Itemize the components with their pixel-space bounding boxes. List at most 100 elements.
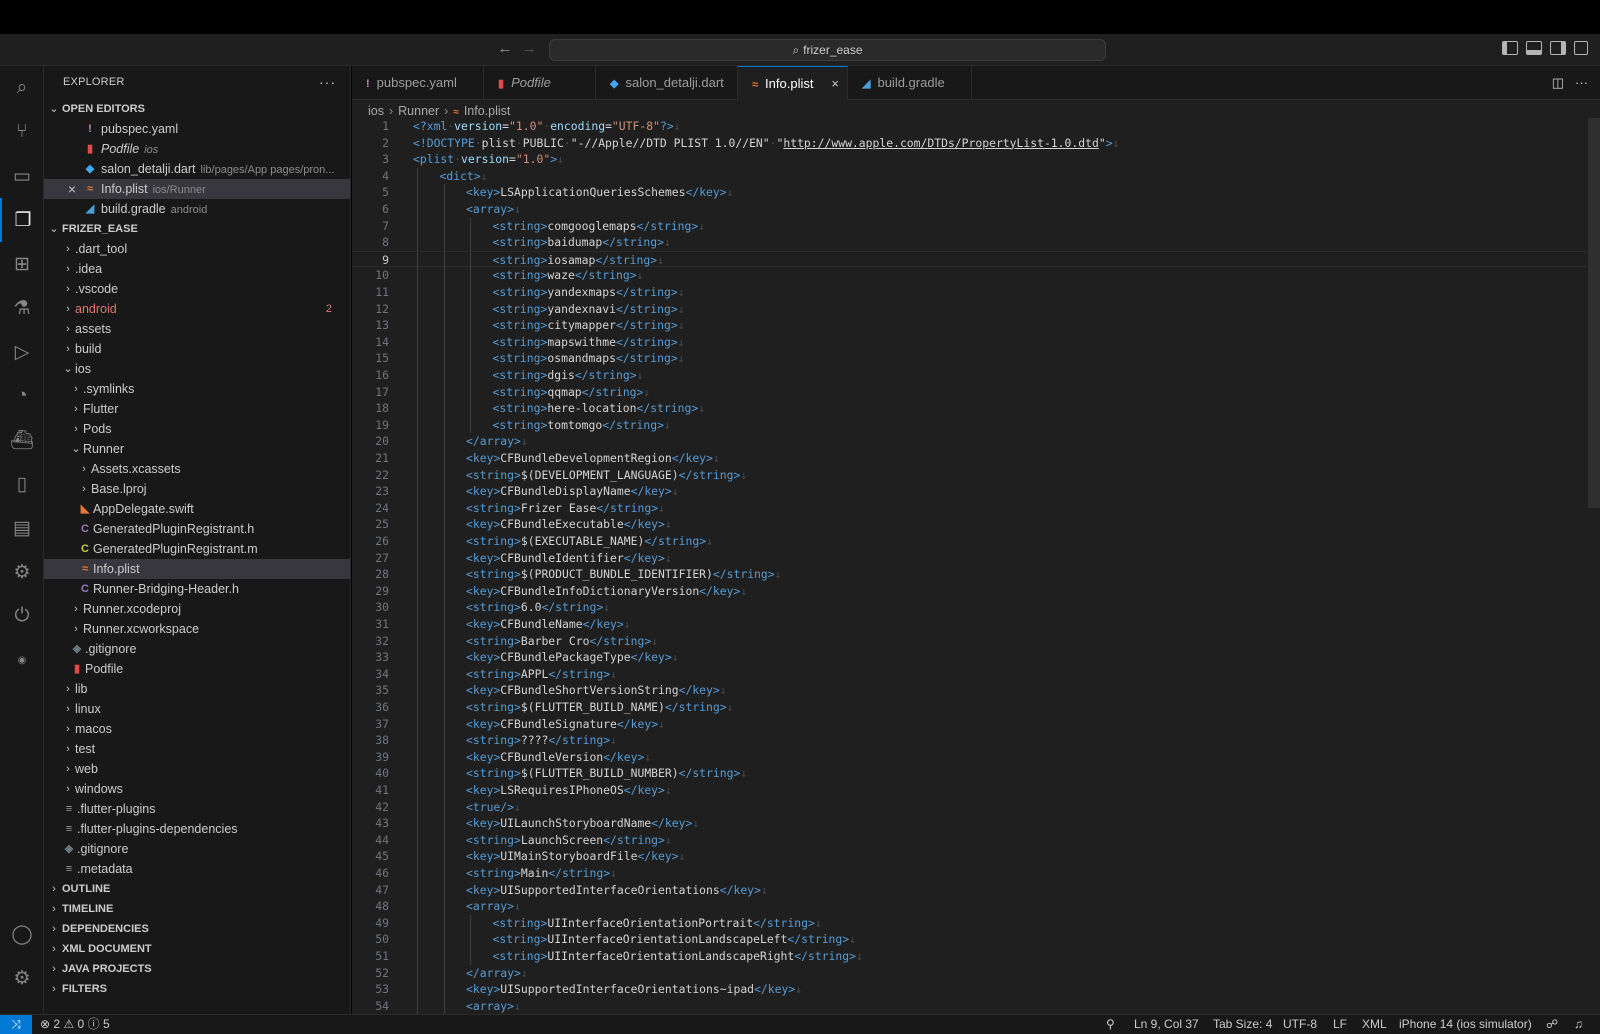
device-selector[interactable]: iPhone 14 (ios simulator) — [1399, 1015, 1532, 1034]
end-of-line[interactable]: LF — [1333, 1015, 1347, 1034]
tab-pubspec-yaml[interactable]: ! pubspec.yaml — [352, 66, 484, 100]
open-editor-item[interactable]: ◆ salon_detalji.dart lib/pages/App pages/p… — [44, 159, 350, 179]
json-icon[interactable]: ◉ — [0, 638, 44, 682]
tree-folder[interactable]: › Assets.xcassets — [44, 459, 350, 479]
cursor-position[interactable]: Ln 9, Col 37 — [1134, 1015, 1199, 1034]
toggle-secondary-sidebar-icon[interactable] — [1550, 41, 1566, 55]
open-editor-item[interactable]: ◢ build.gradle android — [44, 199, 350, 219]
section-header[interactable]: ⌄ FRIZER_EASE — [44, 219, 350, 239]
command-center-search[interactable]: ⌕ frizer_ease — [549, 39, 1106, 61]
tree-folder[interactable]: › .idea — [44, 259, 350, 279]
close-icon[interactable]: × — [831, 67, 839, 101]
language-mode[interactable]: XML — [1362, 1015, 1387, 1034]
back-arrow-icon[interactable]: ← — [496, 40, 514, 58]
tree-file[interactable]: ≡ .metadata — [44, 859, 350, 879]
tab-build-gradle[interactable]: ◢ build.gradle — [848, 66, 972, 100]
remote-explorer-icon[interactable]: ▭ — [0, 154, 44, 198]
tree-file[interactable]: ▮ Podfile — [44, 659, 350, 679]
open-editor-item[interactable]: × ≈ Info.plist ios/Runner — [44, 179, 350, 199]
source-control-icon[interactable]: ⑂ — [0, 110, 44, 154]
tree-file[interactable]: ≈ Info.plist — [44, 559, 350, 579]
panel-view-icon[interactable]: ▤ — [0, 506, 44, 550]
customize-layout-icon[interactable] — [1574, 41, 1588, 55]
settings-gear-icon[interactable]: ⚙ — [0, 956, 44, 1000]
notifications-bell-icon[interactable]: ♫ — [1574, 1015, 1583, 1034]
flutter-devices-icon[interactable]: ⚙ — [0, 550, 44, 594]
code-editor[interactable]: 1 <?xml·version="1.0"·encoding="UTF-8"?>↓… — [352, 118, 1600, 1015]
tree-folder[interactable]: › build — [44, 339, 350, 359]
tree-file[interactable]: ≡ .flutter-plugins — [44, 799, 350, 819]
testing-icon[interactable]: ⚗ — [0, 286, 44, 330]
feedback-icon[interactable]: ☍ — [1546, 1015, 1558, 1034]
tree-file[interactable]: C GeneratedPluginRegistrant.h — [44, 519, 350, 539]
tree-folder[interactable]: › .dart_tool — [44, 239, 350, 259]
section-header[interactable]: › XML DOCUMENT — [44, 939, 350, 959]
tree-folder[interactable]: › Pods — [44, 419, 350, 439]
section-header[interactable]: ⌄ OPEN EDITORS — [44, 99, 350, 119]
split-editor-icon[interactable]: ◫ — [1552, 75, 1564, 91]
search-icon[interactable]: ⌕ — [0, 66, 44, 110]
pin-icon[interactable]: ⚲ — [1106, 1015, 1115, 1034]
docker-icon[interactable]: ⛴ — [0, 418, 44, 462]
breadcrumb-item[interactable]: ios — [368, 104, 384, 118]
section-header[interactable]: › FILTERS — [44, 979, 350, 999]
tree-folder[interactable]: › test — [44, 739, 350, 759]
tree-folder[interactable]: › assets — [44, 319, 350, 339]
more-actions-icon[interactable]: ··· — [1575, 75, 1588, 90]
tree-folder[interactable]: › linux — [44, 699, 350, 719]
accounts-icon[interactable]: ◯ — [0, 912, 44, 956]
power-icon[interactable]: ⏻ — [0, 594, 44, 638]
remote-indicator-icon[interactable]: ⤨ — [0, 1015, 32, 1034]
problems-indicator[interactable]: ⊗ 2 ⚠ 0 ⓘ 5 — [40, 1015, 110, 1034]
scrollbar-thumb[interactable] — [1588, 118, 1600, 508]
dtd-link[interactable]: http://www.apple.com/DTDs/PropertyList-1… — [783, 136, 1098, 150]
section-header[interactable]: › TIMELINE — [44, 899, 350, 919]
scrollbar[interactable] — [1586, 118, 1600, 1014]
bookmarks-icon[interactable]: ▯ — [0, 462, 44, 506]
section-header[interactable]: › OUTLINE — [44, 879, 350, 899]
tree-folder[interactable]: ⌄ Runner — [44, 439, 350, 459]
more-actions-icon[interactable]: ··· — [319, 66, 336, 99]
forward-arrow-icon[interactable]: → — [520, 40, 538, 58]
tree-folder[interactable]: › android 2 — [44, 299, 350, 319]
encoding[interactable]: UTF-8 — [1283, 1015, 1317, 1034]
section-header[interactable]: › DEPENDENCIES — [44, 919, 350, 939]
tree-folder[interactable]: › .symlinks — [44, 379, 350, 399]
tag-name: key — [472, 583, 494, 598]
indent-guide — [443, 914, 445, 932]
toggle-panel-icon[interactable] — [1526, 41, 1542, 55]
tree-folder[interactable]: › macos — [44, 719, 350, 739]
section-header[interactable]: › JAVA PROJECTS — [44, 959, 350, 979]
tree-folder[interactable]: › windows — [44, 779, 350, 799]
tree-folder[interactable]: › lib — [44, 679, 350, 699]
explorer-icon[interactable]: ❐ — [0, 198, 44, 242]
extensions-icon[interactable]: ⊞ — [0, 242, 44, 286]
tab-size[interactable]: Tab Size: 4 — [1213, 1015, 1272, 1034]
tab-podfile[interactable]: ▮ Podfile — [484, 66, 596, 100]
tab-salon-detalji-dart[interactable]: ◆ salon_detalji.dart — [596, 66, 738, 100]
tree-folder[interactable]: › web — [44, 759, 350, 779]
tree-file[interactable]: ◈ .gitignore — [44, 639, 350, 659]
tree-folder[interactable]: ⌄ ios — [44, 359, 350, 379]
tree-file[interactable]: ≡ .flutter-plugins-dependencies — [44, 819, 350, 839]
breadcrumb-item[interactable]: Info.plist — [464, 104, 511, 118]
open-editor-item[interactable]: ! pubspec.yaml — [44, 119, 350, 139]
open-editor-item[interactable]: ▮ Podfile ios — [44, 139, 350, 159]
tree-folder[interactable]: › Flutter — [44, 399, 350, 419]
tab-info-plist[interactable]: ≈ Info.plist × — [738, 66, 848, 100]
toggle-primary-sidebar-icon[interactable] — [1502, 41, 1518, 55]
tree-folder[interactable]: › .vscode — [44, 279, 350, 299]
code-text: <key>CFBundleSignature</key>↓ — [466, 716, 665, 733]
breadcrumb-item[interactable]: Runner — [398, 104, 439, 118]
tree-folder[interactable]: › Runner.xcworkspace — [44, 619, 350, 639]
tree-file[interactable]: C GeneratedPluginRegistrant.m — [44, 539, 350, 559]
tree-file[interactable]: ◈ .gitignore — [44, 839, 350, 859]
tree-folder[interactable]: › Base.lproj — [44, 479, 350, 499]
tree-file[interactable]: ◣ AppDelegate.swift — [44, 499, 350, 519]
indent-guide — [417, 267, 418, 284]
git-graph-icon[interactable]: ◔ — [0, 374, 44, 418]
tree-file[interactable]: C Runner-Bridging-Header.h — [44, 579, 350, 599]
run-debug-icon[interactable]: ▷ — [0, 330, 44, 374]
close-icon[interactable]: × — [66, 179, 78, 199]
tree-folder[interactable]: › Runner.xcodeproj — [44, 599, 350, 619]
